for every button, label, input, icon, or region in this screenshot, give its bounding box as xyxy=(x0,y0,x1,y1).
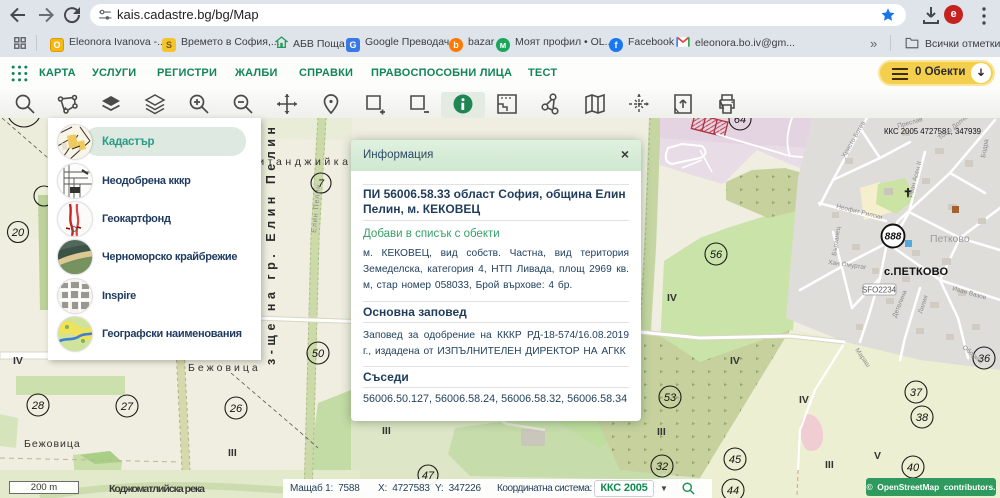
svg-text:IV: IV xyxy=(799,394,809,406)
svg-text:IV: IV xyxy=(667,292,677,304)
svg-text:50: 50 xyxy=(312,348,325,360)
svg-text:IV: IV xyxy=(13,355,23,367)
svg-text:26: 26 xyxy=(229,403,243,415)
svg-text:III: III xyxy=(825,459,834,471)
svg-text:28: 28 xyxy=(31,400,45,412)
svg-text:40: 40 xyxy=(907,462,920,474)
svg-text:Петково: Петково xyxy=(930,233,970,245)
svg-text:III: III xyxy=(228,447,237,459)
svg-text:38: 38 xyxy=(916,412,929,424)
svg-text:32: 32 xyxy=(656,461,668,473)
svg-text:888: 888 xyxy=(885,232,902,243)
svg-text:IV: IV xyxy=(730,355,740,367)
svg-text:64: 64 xyxy=(734,118,746,126)
svg-text:56: 56 xyxy=(710,249,723,261)
svg-text:27: 27 xyxy=(120,401,134,413)
svg-text:V: V xyxy=(874,450,881,462)
svg-text:44: 44 xyxy=(727,485,739,497)
svg-text:37: 37 xyxy=(910,387,923,399)
svg-text:20: 20 xyxy=(11,227,25,239)
svg-text:III: III xyxy=(657,426,666,438)
svg-text:Бежовица: Бежовица xyxy=(24,438,81,450)
svg-text:53: 53 xyxy=(664,392,677,404)
svg-text:III: III xyxy=(382,425,391,437)
svg-text:SFO2234: SFO2234 xyxy=(862,286,897,295)
svg-text:45: 45 xyxy=(729,454,742,466)
svg-text:с.ПЕТКОВО: с.ПЕТКОВО xyxy=(884,266,948,278)
svg-text:Коджоматлийска река: Коджоматлийска река xyxy=(109,483,205,495)
svg-text:Бежовица: Бежовица xyxy=(188,362,261,374)
